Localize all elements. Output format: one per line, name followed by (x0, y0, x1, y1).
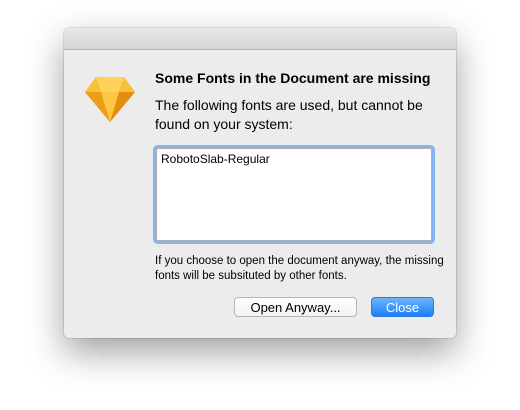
missing-fonts-dialog: Some Fonts in the Document are missing T… (64, 28, 456, 338)
missing-fonts-list[interactable]: RobotoSlab-Regular (156, 148, 432, 241)
substitution-note: If you choose to open the document anywa… (155, 255, 444, 282)
close-button[interactable]: Close (371, 297, 434, 317)
dialog-titlebar (64, 28, 456, 50)
sketch-diamond-icon (83, 71, 137, 125)
dialog-heading: Some Fonts in the Document are missing (155, 70, 431, 86)
dialog-message: The following fonts are used, but cannot… (155, 97, 423, 132)
open-anyway-button[interactable]: Open Anyway... (234, 297, 357, 317)
